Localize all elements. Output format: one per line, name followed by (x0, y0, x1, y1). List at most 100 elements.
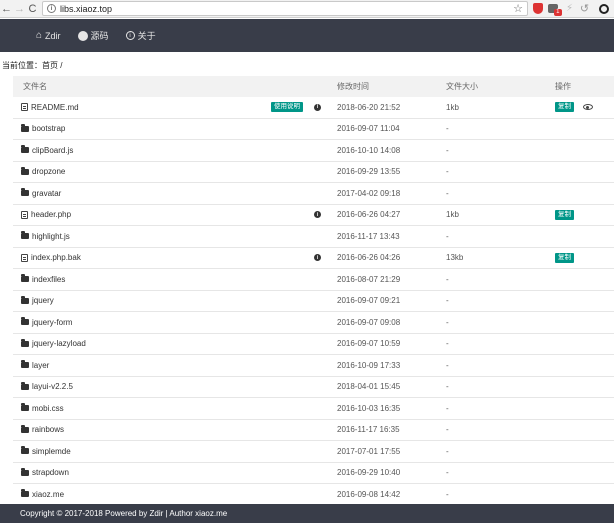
back-arrow-icon[interactable]: ← (0, 1, 13, 17)
nav-item-about[interactable]: i 关于 (125, 29, 156, 42)
file-name-link[interactable]: layui-v2.2.5 (32, 382, 73, 391)
file-name-link[interactable]: jquery-form (32, 318, 72, 327)
file-name-link[interactable]: layer (32, 361, 49, 370)
table-row: gravatar 2017-04-02 09:18 - (13, 183, 614, 205)
folder-icon (21, 145, 29, 154)
file-name-link[interactable]: README.md (31, 103, 79, 112)
site-info-icon[interactable]: i (47, 4, 56, 13)
folder-icon (21, 295, 29, 304)
folder-icon (21, 188, 29, 197)
folder-icon (21, 123, 29, 132)
file-name-link[interactable]: indexfiles (32, 275, 65, 284)
file-size-cell: - (446, 382, 449, 392)
url-text: libs.xiaoz.top (60, 3, 113, 14)
file-name-link[interactable]: header.php (31, 210, 71, 219)
file-name-cell[interactable]: highlight.js (13, 226, 337, 247)
info-circle-icon[interactable]: i (314, 103, 321, 111)
file-size-cell: - (446, 360, 449, 370)
folder-icon (21, 489, 29, 498)
file-name-cell[interactable]: gravatar (13, 183, 337, 204)
shield-extension-icon[interactable] (531, 2, 544, 15)
file-size-cell: - (446, 167, 449, 177)
operation-cell: 复制 (555, 252, 614, 263)
file-icon (21, 103, 28, 112)
eye-icon[interactable] (583, 104, 593, 111)
modified-time-cell: 2016-10-10 14:08 (337, 145, 401, 155)
ring-extension-icon[interactable] (597, 2, 610, 15)
file-name-link[interactable]: dropzone (32, 167, 65, 176)
file-name-cell[interactable]: jquery-lazyload (13, 334, 337, 355)
file-name-link[interactable]: strapdown (32, 468, 69, 477)
file-name-cell[interactable]: dropzone (13, 162, 337, 183)
copy-button[interactable]: 复制 (555, 102, 574, 113)
file-name-cell[interactable]: mobi.css (13, 398, 337, 419)
reload-icon[interactable]: C (26, 1, 39, 17)
readme-button[interactable]: 使用说明 (271, 102, 303, 113)
file-size-cell: 13kb (446, 253, 464, 263)
modified-time-cell: 2016-09-07 09:21 (337, 296, 401, 306)
address-bar[interactable]: i libs.xiaoz.top ☆ (42, 1, 528, 16)
history-icon[interactable]: ↺ (578, 2, 591, 15)
table-row: highlight.js 2016-11-17 13:43 - (13, 226, 614, 248)
header-name: 文件名 (23, 82, 47, 91)
puzzle-extension-icon[interactable]: 1 (546, 2, 562, 16)
file-name-cell[interactable]: bootstrap (13, 119, 337, 140)
folder-icon (21, 467, 29, 476)
file-name-cell[interactable]: simplemde (13, 441, 337, 462)
file-name-link[interactable]: simplemde (32, 447, 71, 456)
file-size-cell: - (446, 339, 449, 349)
file-size-cell: - (446, 231, 449, 241)
file-name-cell[interactable]: jquery-form (13, 312, 337, 333)
file-name-link[interactable]: bootstrap (32, 124, 65, 133)
file-name-cell[interactable]: index.php.bak i (13, 248, 337, 269)
folder-icon (21, 403, 29, 412)
file-size-cell: - (446, 317, 449, 327)
modified-time-cell: 2016-10-09 17:33 (337, 360, 401, 370)
modified-time-cell: 2016-10-03 16:35 (337, 403, 401, 413)
file-name-link[interactable]: xiaoz.me (32, 490, 64, 499)
table-body: README.md 使用说明 i 2018-06-20 21:52 1kb 复制 boots… (13, 97, 614, 506)
file-name-link[interactable]: rainbows (32, 425, 64, 434)
file-name-link[interactable]: index.php.bak (31, 253, 81, 262)
info-circle-icon[interactable]: i (314, 211, 321, 219)
file-name-cell[interactable]: strapdown (13, 463, 337, 484)
table-row: jquery-form 2016-09-07 09:08 - (13, 312, 614, 334)
copy-button[interactable]: 复制 (555, 209, 574, 220)
file-name-cell[interactable]: header.php i (13, 205, 337, 226)
file-name-link[interactable]: gravatar (32, 189, 61, 198)
info-circle-icon[interactable]: i (314, 254, 321, 262)
header-op: 操作 (555, 82, 571, 91)
file-size-cell: - (446, 296, 449, 306)
file-name-cell[interactable]: indexfiles (13, 269, 337, 290)
file-name-cell[interactable]: clipBoard.js (13, 140, 337, 161)
file-name-cell[interactable]: layui-v2.2.5 (13, 377, 337, 398)
file-name-cell[interactable]: README.md 使用说明 i (13, 97, 337, 118)
home-icon: ⌂ (36, 30, 43, 41)
copy-button[interactable]: 复制 (555, 252, 574, 263)
file-name-link[interactable]: jquery (32, 296, 54, 305)
file-size-cell: 1kb (446, 102, 459, 112)
file-name-link[interactable]: mobi.css (32, 404, 64, 413)
file-name-cell[interactable]: layer (13, 355, 337, 376)
table-row: mobi.css 2016-10-03 16:35 - (13, 398, 614, 420)
file-table: 文件名 修改时间 文件大小 操作 README.md 使用说明 i 2018-06-2… (13, 76, 614, 506)
file-name-link[interactable]: jquery-lazyload (32, 339, 86, 348)
file-size-cell: - (446, 425, 449, 435)
bookmark-star-icon[interactable]: ☆ (513, 2, 523, 15)
file-size-cell: - (446, 124, 449, 134)
folder-icon (21, 360, 29, 369)
info-icon: i (125, 31, 135, 40)
modified-time-cell: 2016-09-29 10:40 (337, 468, 401, 478)
nav-item-source[interactable]: 源码 (77, 29, 109, 42)
nav-item-home[interactable]: ⌂ Zdir (36, 30, 61, 41)
top-navbar: ⌂ Zdir 源码 i 关于 (0, 19, 614, 52)
bolt-extension-icon[interactable]: ⚡ (563, 2, 576, 15)
table-row: README.md 使用说明 i 2018-06-20 21:52 1kb 复制 (13, 97, 614, 119)
file-name-link[interactable]: clipBoard.js (32, 146, 73, 155)
file-name-cell[interactable]: xiaoz.me (13, 484, 337, 505)
file-name-link[interactable]: highlight.js (32, 232, 70, 241)
forward-arrow-icon[interactable]: → (13, 1, 26, 17)
file-name-cell[interactable]: rainbows (13, 420, 337, 441)
file-name-cell[interactable]: jquery (13, 291, 337, 312)
modified-time-cell: 2016-09-29 13:55 (337, 167, 401, 177)
